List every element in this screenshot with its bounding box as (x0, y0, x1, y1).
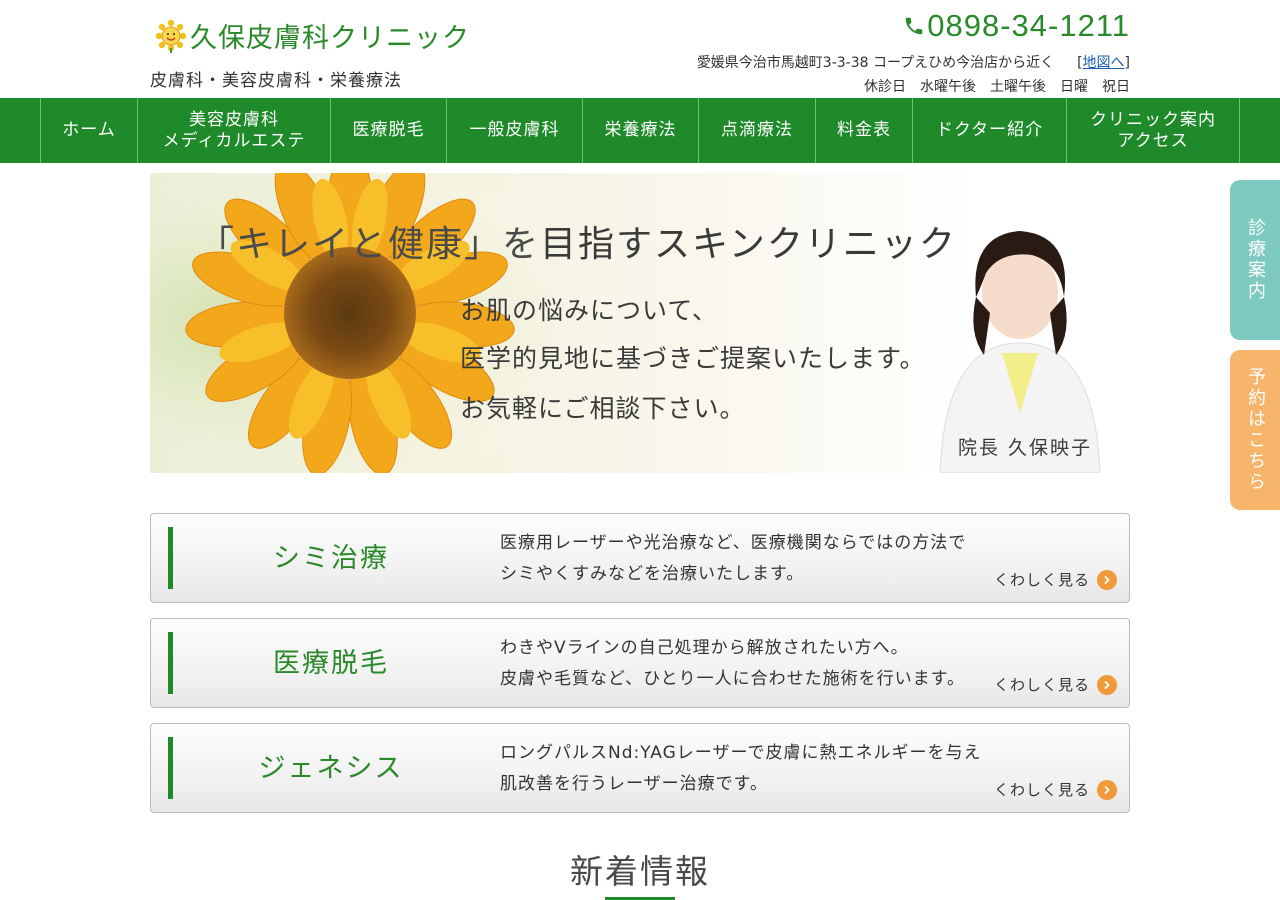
card-title: 医療脱毛 (273, 648, 389, 679)
card-accent-bar (168, 527, 173, 589)
side-tab-clinic-info[interactable]: 診療案内 (1230, 180, 1280, 340)
site-tagline: 皮膚科・美容皮膚科・栄養療法 (150, 71, 402, 91)
phone-text: 0898-34-1211 (927, 8, 1130, 43)
nav-item-nutrition-therapy[interactable]: 栄養療法 (583, 98, 699, 163)
service-card-genesis[interactable]: ジェネシス ロングパルスNd:YAGレーザーで皮膚に熱エネルギーを与え 肌改善を… (150, 723, 1130, 813)
card-description: 医療用レーザーや光治療など、医療機関ならではの方法で シミやくすみなどを治療いた… (500, 528, 966, 590)
nav-item-hair-removal[interactable]: 医療脱毛 (331, 98, 447, 163)
news-heading: 新着情報 (570, 852, 710, 891)
nav-item-price-list[interactable]: 料金表 (816, 98, 913, 163)
nav-item-cosmetic-dermatology[interactable]: 美容皮膚科 メディカルエステ (138, 98, 331, 163)
site-logo[interactable]: 久保皮膚科クリニック (156, 16, 470, 55)
director-caption: 院長 久保映子 (958, 437, 1093, 459)
map-link[interactable]: 地図へ (1083, 55, 1125, 71)
sunflower-logo-icon (156, 19, 186, 53)
read-more-link[interactable]: くわしく見る (994, 779, 1117, 800)
service-card-spot-treatment[interactable]: シミ治療 医療用レーザーや光治療など、医療機関ならではの方法で シミやくすみなど… (150, 513, 1130, 603)
hero-banner: 「キレイと健康」を目指すスキンクリニック お肌の悩みについて、 医学的見地に基づ… (150, 173, 1130, 473)
read-more-text: くわしく見る (993, 571, 1090, 589)
hero-line-3: お気軽にご相談下さい。 (460, 394, 746, 423)
map-link-bracket-close: ] (1124, 55, 1130, 71)
card-description-line: 肌改善を行うレーザー治療です。 (500, 774, 768, 794)
card-accent-bar (168, 632, 173, 694)
card-description: わきやVラインの自己処理から解放されたい方へ。 皮膚や毛質など、ひとり一人に合わ… (500, 633, 965, 695)
chevron-right-icon (1097, 674, 1117, 695)
card-title: シミ治療 (273, 543, 389, 574)
closed-days: 休診日 水曜午後 土曜午後 日曜 祝日 (864, 79, 1130, 95)
service-card-hair-removal[interactable]: 医療脱毛 わきやVラインの自己処理から解放されたい方へ。 皮膚や毛質など、ひとり… (150, 618, 1130, 708)
hero-line-1: お肌の悩みについて、 (460, 296, 719, 325)
nav-item-doctor[interactable]: ドクター紹介 (913, 98, 1067, 163)
card-title: ジェネシス (258, 753, 404, 784)
card-accent-bar (168, 737, 173, 799)
card-description-line: 皮膚や毛質など、ひとり一人に合わせた施術を行います。 (500, 669, 965, 689)
chevron-right-icon (1097, 569, 1117, 590)
phone-number[interactable]: 0898-34-1211 (903, 8, 1130, 44)
card-description-line: ロングパルスNd:YAGレーザーで皮膚に熱エネルギーを与え (500, 743, 982, 763)
card-description: ロングパルスNd:YAGレーザーで皮膚に熱エネルギーを与え 肌改善を行うレーザー… (500, 738, 981, 800)
phone-icon (905, 17, 923, 35)
read-more-text: くわしく見る (993, 781, 1090, 799)
nav-item-home[interactable]: ホーム (41, 98, 138, 163)
nav-item-general-dermatology[interactable]: 一般皮膚科 (447, 98, 583, 163)
nav-item-iv-therapy[interactable]: 点滴療法 (699, 98, 816, 163)
main-nav: ホーム 美容皮膚科 メディカルエステ 医療脱毛 一般皮膚科 栄養療法 点滴療法 … (0, 98, 1280, 163)
hero-title-part-a: 「キレイと健康」を (198, 224, 541, 265)
clinic-address: 愛媛県今治市馬越町3-3-38 コープえひめ今治店から近く [地図へ] (697, 52, 1130, 72)
hero-title: 「キレイと健康」を目指すスキンクリニック (198, 215, 957, 267)
card-description-line: 医療用レーザーや光治療など、医療機関ならではの方法で (500, 533, 967, 553)
nav-item-clinic-access[interactable]: クリニック案内 アクセス (1067, 98, 1240, 163)
card-description-line: わきやVラインの自己処理から解放されたい方へ。 (500, 638, 909, 658)
hero-title-part-b: 目指すスキンクリニック (540, 224, 957, 265)
side-tab-reservation[interactable]: 予約はこちら (1230, 350, 1280, 510)
hero-line-2: 医学的見地に基づきご提案いたします。 (460, 344, 926, 373)
site-header: 久保皮膚科クリニック 皮膚科・美容皮膚科・栄養療法 0898-34-1211 愛… (150, 0, 1130, 98)
chevron-right-icon (1097, 779, 1117, 800)
read-more-link[interactable]: くわしく見る (994, 674, 1117, 695)
read-more-link[interactable]: くわしく見る (994, 569, 1117, 590)
address-text: 愛媛県今治市馬越町3-3-38 コープえひめ今治店から近く (696, 55, 1055, 71)
read-more-text: くわしく見る (993, 676, 1090, 694)
nav-list: ホーム 美容皮膚科 メディカルエステ 医療脱毛 一般皮膚科 栄養療法 点滴療法 … (40, 98, 1240, 163)
card-description-line: シミやくすみなどを治療いたします。 (500, 564, 805, 584)
logo-text: 久保皮膚科クリニック (190, 23, 470, 54)
